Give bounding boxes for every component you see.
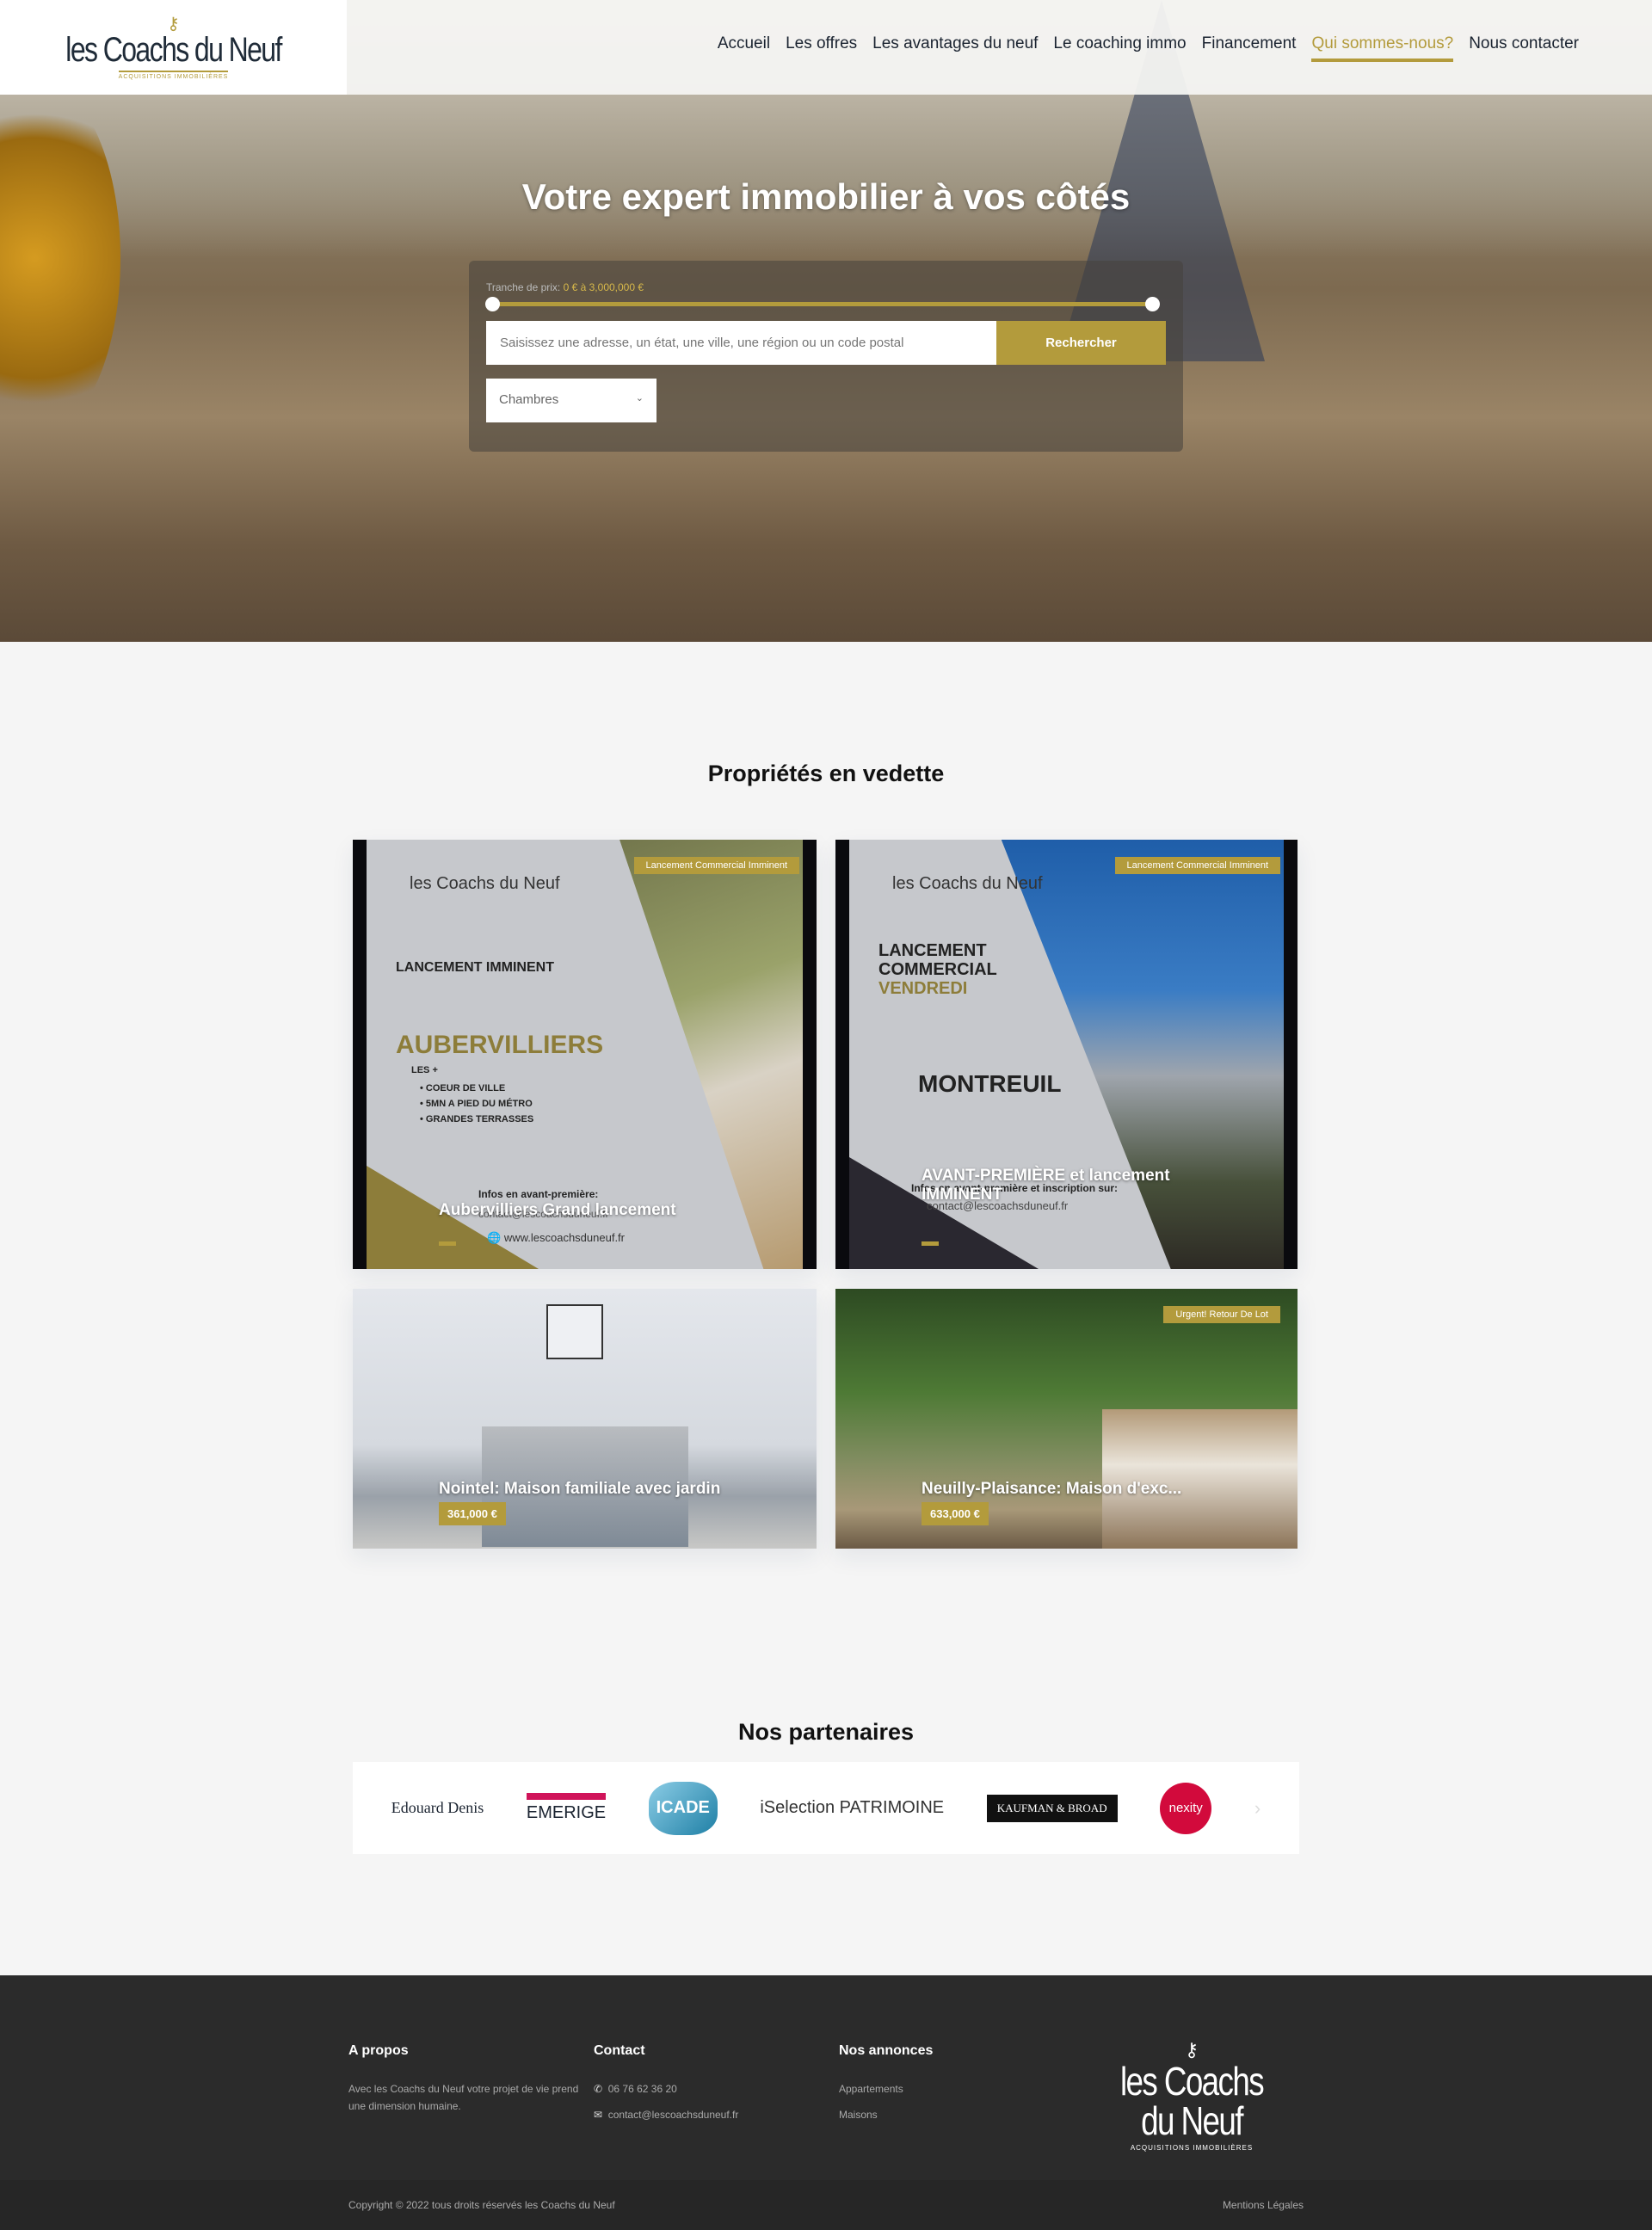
nav-offres[interactable]: Les offres — [786, 34, 857, 62]
poster-city: AUBERVILLIERS — [396, 1031, 604, 1059]
footer-listings-title: Nos annonces — [839, 2043, 934, 2058]
copyright: Copyright © 2022 tous droits réservés le… — [348, 2199, 615, 2211]
nav-financement[interactable]: Financement — [1202, 34, 1297, 62]
partners-title: Nos partenaires — [737, 1719, 915, 1745]
partner-logo-emerige[interactable]: EMERIGE — [526, 1793, 607, 1823]
poster-bullet: 5MN A PIED DU MÉTRO — [425, 1099, 533, 1109]
footer-email[interactable]: contact@lescoachsduneuf.fr — [608, 2109, 739, 2121]
card-title[interactable]: Neuilly-Plaisance: Maison d'exc... — [922, 1480, 1181, 1499]
poster-bullet: COEUR DE VILLE — [425, 1083, 506, 1093]
status-badge: Lancement Commercial Imminent — [1114, 857, 1280, 874]
footer-bottom-bar — [0, 2180, 1652, 2230]
chevron-right-icon[interactable]: › — [1254, 1797, 1261, 1820]
price-range-value: 0 € à 3,000,000 € — [563, 281, 644, 293]
partner-logo-iselection[interactable]: iSelection PATRIMOINE — [760, 1798, 944, 1818]
footer-phone[interactable]: 06 76 62 36 20 — [608, 2083, 677, 2095]
poster-line: LANCEMENT — [878, 941, 987, 960]
nav-coaching[interactable]: Le coaching immo — [1053, 34, 1186, 62]
poster-web: www.lescoachsduneuf.fr — [503, 1231, 625, 1244]
partner-logo-nexity[interactable]: nexity — [1160, 1782, 1212, 1834]
poster-line: COMMERCIAL — [878, 960, 997, 979]
partners-carousel: Edouard Denis EMERIGE ICADE iSelection P… — [353, 1762, 1299, 1854]
card-title[interactable]: AVANT-PREMIÈRE et lancement IMMINENT — [922, 1167, 1214, 1204]
partner-logo-kaufman-broad[interactable]: KAUFMAN & BROAD — [986, 1794, 1118, 1822]
price-badge: 633,000 € — [922, 1502, 989, 1525]
slider-min-handle[interactable] — [485, 297, 500, 311]
poster-bullet: GRANDES TERRASSES — [425, 1114, 534, 1124]
card-title[interactable]: Nointel: Maison familiale avec jardin — [439, 1480, 720, 1499]
search-input[interactable] — [486, 321, 996, 365]
legal-link[interactable]: Mentions Légales — [1223, 2196, 1304, 2214]
footer-about-title: A propos — [348, 2043, 409, 2058]
poster-plus: LES + — [411, 1065, 438, 1075]
featured-title: Propriétés en vedette — [707, 761, 945, 786]
price-badge: 361,000 € — [439, 1502, 506, 1525]
footer — [0, 1975, 1652, 2180]
hero-title: Votre expert immobilier à vos côtés — [521, 176, 1131, 217]
logo-subtitle: ACQUISITIONS IMMOBILIÈRES — [118, 70, 229, 80]
footer-logo-text: les Coachs du Neuf — [1119, 2059, 1265, 2143]
logo[interactable]: ⚷ les Coachs du Neuf ACQUISITIONS IMMOBI… — [0, 0, 347, 95]
footer-about-text: Avec les Coachs du Neuf votre projet de … — [348, 2083, 579, 2112]
main-nav: Accueil Les offres Les avantages du neuf… — [718, 34, 1579, 62]
card-title[interactable]: Aubervilliers Grand lancement — [439, 1201, 676, 1220]
poster-logo: les Coachs du Neuf — [410, 874, 560, 893]
poster-headline: LANCEMENT IMMINENT — [396, 960, 554, 975]
poster-city: MONTREUIL — [918, 1070, 1062, 1097]
footer-logo-subtitle: ACQUISITIONS IMMOBILIÈRES — [1130, 2144, 1254, 2152]
status-badge: Urgent! Retour De Lot — [1163, 1306, 1280, 1323]
property-card[interactable]: Nointel: Maison familiale avec jardin 36… — [353, 1289, 817, 1549]
nav-avantages[interactable]: Les avantages du neuf — [872, 34, 1038, 62]
nav-accueil[interactable]: Accueil — [718, 34, 770, 62]
nav-contact[interactable]: Nous contacter — [1469, 34, 1579, 62]
footer-logo: ⚷ les Coachs du Neuf ACQUISITIONS IMMOBI… — [1080, 2039, 1304, 2152]
price-slider[interactable] — [492, 302, 1153, 306]
footer-link-maisons[interactable]: Maisons — [839, 2106, 878, 2123]
envelope-icon: ✉ — [594, 2109, 603, 2121]
partner-logo-edouard-denis[interactable]: Edouard Denis — [391, 1799, 484, 1817]
chevron-down-icon: ⌄ — [635, 393, 644, 403]
bedrooms-select[interactable]: Chambres ⌄ — [486, 379, 656, 422]
nav-qui-sommes-nous[interactable]: Qui sommes-nous? — [1311, 34, 1454, 62]
partner-logo-icade[interactable]: ICADE — [648, 1781, 718, 1835]
footer-contact-title: Contact — [594, 2043, 645, 2058]
bedrooms-label: Chambres — [499, 392, 559, 407]
logo-text: les Coachs du Neuf — [65, 30, 282, 69]
property-card[interactable]: les Coachs du Neuf LANCEMENT COMMERCIAL VE… — [835, 840, 1298, 1269]
poster-info: Infos en avant-première: — [478, 1188, 599, 1200]
phone-icon: ✆ — [594, 2083, 603, 2095]
price-range-label: Tranche de prix: 0 € à 3,000,000 € — [486, 281, 644, 293]
key-icon: ⚷ — [167, 14, 180, 34]
slider-max-handle[interactable] — [1145, 297, 1160, 311]
search-button[interactable]: Rechercher — [996, 321, 1166, 365]
property-card[interactable]: les Coachs du Neuf LANCEMENT IMMINENT AU… — [353, 840, 817, 1269]
price-label-text: Tranche de prix: — [486, 281, 561, 293]
poster-line: VENDREDI — [878, 979, 968, 998]
property-card[interactable]: Urgent! Retour De Lot Neuilly-Plaisance:… — [835, 1289, 1298, 1549]
poster-logo: les Coachs du Neuf — [892, 874, 1043, 893]
footer-link-appartements[interactable]: Appartements — [839, 2080, 903, 2098]
status-badge: Lancement Commercial Imminent — [633, 857, 799, 874]
